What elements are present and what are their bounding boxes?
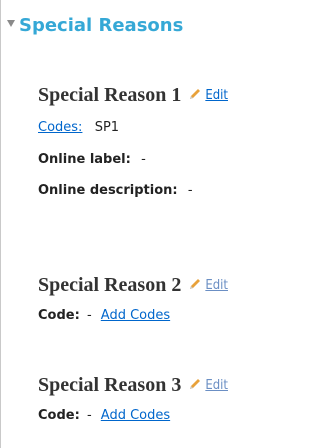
collapse-triangle-icon[interactable] <box>7 20 15 27</box>
special-reasons-panel: Special Reasons Special Reason 1 Edit Co… <box>0 0 332 448</box>
codes-row: Codes: SP1 <box>38 119 228 137</box>
online-description-label: Online description: <box>38 183 178 198</box>
reason-title: Special Reason 3 <box>38 373 182 396</box>
online-label-value: - <box>141 152 146 167</box>
special-reason-3: Special Reason 3 Edit Code: - Add Codes <box>38 370 228 425</box>
edit-link[interactable]: Edit <box>205 378 228 393</box>
code-value: - <box>86 308 92 323</box>
code-row: Code: - Add Codes <box>38 307 228 325</box>
codes-value: SP1 <box>94 120 120 135</box>
pencil-icon[interactable] <box>188 376 202 395</box>
online-description-value: - <box>187 183 193 198</box>
code-value: - <box>86 408 92 423</box>
reason-heading: Special Reason 2 Edit <box>38 270 228 300</box>
reason-heading: Special Reason 1 Edit <box>38 80 228 110</box>
code-label: Code: <box>38 408 80 423</box>
reason-title: Special Reason 2 <box>38 273 182 296</box>
edit-link[interactable]: Edit <box>205 88 228 103</box>
special-reason-2: Special Reason 2 Edit Code: - Add Codes <box>38 270 228 325</box>
online-label-row: Online label: - <box>38 151 228 169</box>
add-codes-link[interactable]: Add Codes <box>101 308 170 323</box>
pencil-icon[interactable] <box>188 86 202 105</box>
section-header[interactable]: Special Reasons <box>7 15 183 40</box>
codes-link[interactable]: Codes: <box>38 120 82 135</box>
reason-title: Special Reason 1 <box>38 83 182 106</box>
special-reason-1: Special Reason 1 Edit Codes: SP1 Online … <box>38 80 228 200</box>
section-title: Special Reasons <box>19 15 184 36</box>
online-description-row: Online description: - <box>38 182 228 200</box>
add-codes-link[interactable]: Add Codes <box>101 408 170 423</box>
online-label-label: Online label: <box>38 152 131 167</box>
code-row: Code: - Add Codes <box>38 407 228 425</box>
edit-link[interactable]: Edit <box>205 278 228 293</box>
code-label: Code: <box>38 308 80 323</box>
reason-heading: Special Reason 3 Edit <box>38 370 228 400</box>
pencil-icon[interactable] <box>188 276 202 295</box>
